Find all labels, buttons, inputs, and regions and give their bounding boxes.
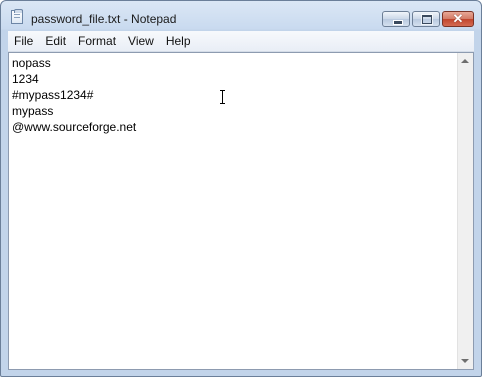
arrow-up-icon[interactable]	[461, 59, 469, 63]
minimize-icon	[393, 20, 403, 25]
text-editor[interactable]: nopass 1234 #mypass1234# mypass @www.sou…	[8, 52, 474, 370]
menu-file[interactable]: File	[8, 31, 39, 51]
text-line: 1234	[12, 72, 39, 86]
notepad-icon[interactable]	[11, 9, 23, 24]
text-line: @www.sourceforge.net	[12, 120, 137, 134]
arrow-down-icon[interactable]	[461, 359, 469, 363]
maximize-icon	[421, 14, 433, 25]
maximize-button[interactable]	[412, 11, 440, 27]
title-bar[interactable]: password_file.txt - Notepad ✕	[1, 1, 481, 31]
menu-view[interactable]: View	[122, 31, 160, 51]
menu-help[interactable]: Help	[160, 31, 197, 51]
close-button[interactable]: ✕	[442, 11, 474, 27]
window-title: password_file.txt - Notepad	[31, 12, 177, 26]
menu-format[interactable]: Format	[72, 31, 122, 51]
menu-edit[interactable]: Edit	[39, 31, 72, 51]
caption-buttons: ✕	[382, 11, 474, 27]
close-icon: ✕	[452, 11, 464, 26]
text-line: nopass	[12, 56, 51, 70]
text-line: #mypass1234#	[12, 88, 94, 102]
vertical-scrollbar[interactable]	[457, 53, 473, 369]
text-content[interactable]: nopass 1234 #mypass1234# mypass @www.sou…	[12, 55, 455, 367]
notepad-window: password_file.txt - Notepad ✕ File Edit …	[0, 0, 482, 377]
minimize-button[interactable]	[382, 11, 410, 27]
text-cursor-icon	[220, 90, 226, 104]
text-line: mypass	[12, 104, 54, 118]
menu-bar: File Edit Format View Help	[8, 31, 474, 52]
